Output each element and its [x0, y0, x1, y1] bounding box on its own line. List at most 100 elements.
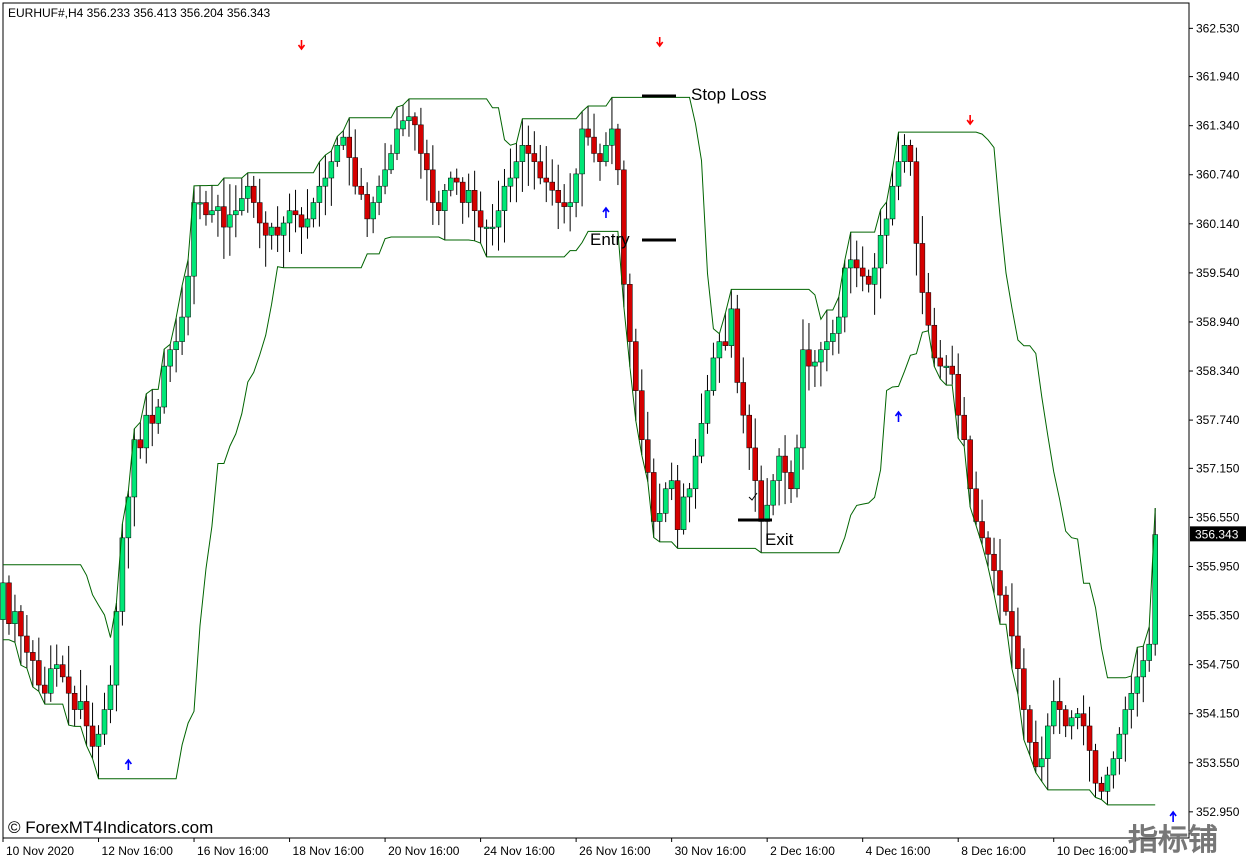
candle-body [137, 439, 144, 449]
candle-body [543, 177, 550, 183]
candle-body [191, 202, 197, 277]
candle-body [1128, 692, 1135, 710]
price-chart: 362.530 361.940 361.340 360.740 360.140 359.5… [0, 2, 1246, 858]
candle-body [674, 480, 681, 530]
candle-body [1033, 742, 1039, 768]
y-tick-label: 357.150 [1196, 461, 1240, 475]
candle-body [979, 521, 985, 539]
candle-body [937, 357, 944, 367]
candle-body [471, 190, 478, 211]
y-tick-label: 359.540 [1196, 266, 1240, 280]
candle-body [931, 324, 938, 359]
candle-body [1122, 709, 1129, 735]
candle-body [346, 136, 353, 158]
candle-body [274, 226, 281, 236]
corner-watermark: 指标铺 [1128, 823, 1218, 858]
candle-body [400, 120, 406, 130]
candle-body [680, 496, 687, 530]
candle-body [847, 259, 854, 269]
candle-body [585, 128, 591, 138]
candle-body [1146, 643, 1152, 661]
candle-body [615, 128, 621, 171]
candle-body [304, 218, 311, 228]
candle-body [853, 259, 860, 269]
candle-body [776, 455, 782, 481]
chart-frame [2, 2, 1190, 839]
candle-body [161, 365, 167, 408]
candle-body [203, 202, 209, 216]
candle-body [639, 390, 645, 440]
x-tick-label: 8 Dec 16:00 [961, 844, 1026, 858]
candle-body [812, 361, 818, 367]
y-tick-label: 360.740 [1196, 168, 1240, 182]
y-axis: 362.530 361.940 361.340 360.740 360.140 359.5… [1189, 21, 1240, 819]
candle-body [692, 455, 699, 490]
candle-body [1086, 725, 1093, 751]
candle-body [668, 480, 675, 490]
candle-body [268, 226, 275, 236]
candle-body [155, 406, 161, 424]
candle-body [1009, 611, 1015, 637]
candle-body [448, 177, 454, 191]
candle-body [322, 177, 329, 187]
candle-body [698, 423, 705, 457]
candle-body [716, 341, 723, 359]
y-tick-label: 362.530 [1196, 21, 1240, 35]
x-tick-label: 26 Nov 16:00 [579, 844, 651, 858]
candle-body [83, 701, 90, 727]
candle-body [42, 684, 48, 694]
x-tick-label: 4 Dec 16:00 [866, 844, 931, 858]
chart-title: EURHUF#,H4 356.233 356.413 356.204 356.3… [8, 6, 271, 20]
candle-body [901, 145, 908, 162]
candle-body [12, 611, 18, 624]
candle-body [6, 582, 12, 624]
candle-body [149, 414, 155, 424]
candle-body [1003, 594, 1009, 612]
candle-body [24, 635, 30, 653]
candle-body [1015, 635, 1021, 669]
y-tick-label: 361.940 [1196, 70, 1240, 84]
x-tick-label: 16 Nov 16:00 [197, 844, 269, 858]
candle-body [113, 611, 120, 686]
candle-body [842, 267, 848, 318]
x-tick-label: 10 Dec 16:00 [1057, 844, 1129, 858]
candle-body [1068, 717, 1075, 727]
candle-body [394, 128, 400, 154]
candle-body [734, 308, 741, 383]
y-tick-label: 352.950 [1196, 805, 1240, 819]
candle-body [579, 128, 585, 175]
candle-body [197, 202, 203, 205]
candle-body [1050, 701, 1057, 727]
candle-body [53, 664, 60, 669]
candle-body [728, 308, 735, 346]
candle-body [650, 472, 657, 522]
candle-body [746, 414, 752, 449]
candle-body [107, 684, 114, 710]
candle-body [770, 480, 776, 506]
candle-body [459, 181, 466, 203]
candle-body [788, 472, 794, 490]
candle-body [143, 414, 150, 449]
y-tick-label: 353.550 [1196, 756, 1240, 770]
candle-body [215, 206, 221, 211]
candle-body [489, 226, 496, 229]
candle-body [991, 553, 997, 571]
candle-body [298, 214, 305, 228]
candle-body [997, 570, 1003, 596]
candle-body [561, 202, 567, 207]
candle-body [48, 668, 54, 694]
y-tick-label: 354.750 [1196, 658, 1240, 672]
candle-body [245, 185, 251, 199]
candle-body [406, 116, 412, 122]
candle-body [782, 455, 788, 473]
candle-body [382, 169, 388, 187]
candle-body [316, 185, 323, 203]
candle-body [71, 692, 78, 710]
candle-body [895, 161, 902, 187]
candle-body [477, 210, 484, 228]
candle-body [1062, 709, 1069, 727]
candle-body [418, 124, 424, 154]
candle-body [239, 198, 245, 211]
candle-body [1045, 725, 1051, 759]
candle-body [370, 202, 376, 220]
